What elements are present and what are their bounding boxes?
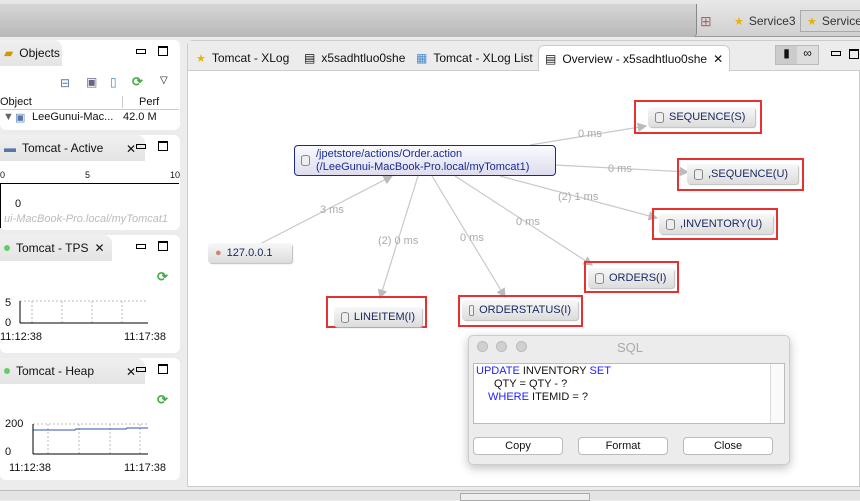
database-icon xyxy=(595,272,604,284)
edge-label: 0 ms xyxy=(578,128,602,140)
node-label: SEQUENCE(S) xyxy=(669,111,746,123)
node-label: ,SEQUENCE(U) xyxy=(708,168,789,180)
client-node[interactable]: ● 127.0.0.1 xyxy=(208,243,292,263)
database-icon xyxy=(666,218,675,230)
sql-text: QTY = QTY - ? xyxy=(494,378,568,390)
sql-dialog: SQL UPDATE INVENTORY SET QTY = QTY - ? W… xyxy=(468,335,790,465)
service-node[interactable]: /jpetstore/actions/Order.action (/LeeGunu… xyxy=(294,145,556,176)
scrollbar[interactable] xyxy=(770,364,784,423)
edge-label: 0 ms xyxy=(516,216,540,228)
edge-label: (2) 1 ms xyxy=(558,191,599,203)
node-host: (/LeeGunui-MacBook-Pro.local/myTomcat1) xyxy=(316,160,530,173)
close-button[interactable]: Close xyxy=(683,437,773,455)
db-node-sequence-s[interactable]: SEQUENCE(S) xyxy=(648,107,755,127)
sql-text-area[interactable]: UPDATE INVENTORY SET QTY = QTY - ? WHERE… xyxy=(473,363,785,424)
db-node-orders-i[interactable]: ORDERS(I) xyxy=(588,268,674,288)
database-icon xyxy=(469,304,475,316)
database-icon xyxy=(341,311,349,323)
format-button[interactable]: Format xyxy=(578,437,668,455)
node-label: 127.0.0.1 xyxy=(226,247,273,259)
node-label: ORDERS(I) xyxy=(609,272,667,284)
db-node-inventory-u[interactable]: ,INVENTORY(U) xyxy=(659,214,773,234)
edge-label: 0 ms xyxy=(608,163,632,175)
sql-keyword: SET xyxy=(589,365,611,377)
copy-button[interactable]: Copy xyxy=(473,437,563,455)
status-bar xyxy=(0,490,860,501)
sql-keyword: UPDATE xyxy=(476,365,520,377)
sql-keyword: WHERE xyxy=(488,391,529,403)
database-icon xyxy=(694,168,703,180)
sql-text: ITEMID = ? xyxy=(528,391,588,403)
dialog-title: SQL xyxy=(616,340,643,355)
db-node-lineitem-i[interactable]: LINEITEM(I) xyxy=(334,307,422,327)
db-node-sequence-u[interactable]: ,SEQUENCE(U) xyxy=(687,164,798,184)
database-icon xyxy=(655,111,664,123)
node-label: ,INVENTORY(U) xyxy=(680,218,763,230)
edge-label: 3 ms xyxy=(320,204,344,216)
edge-label: (2) 0 ms xyxy=(378,235,419,247)
db-node-orderstatus-i[interactable]: ORDERSTATUS(I) xyxy=(462,300,578,320)
node-label: ORDERSTATUS(I) xyxy=(479,304,571,316)
server-icon xyxy=(301,155,310,166)
edge-label: 0 ms xyxy=(460,232,484,244)
node-url: /jpetstore/actions/Order.action xyxy=(316,147,463,160)
sql-text: INVENTORY xyxy=(519,365,590,377)
node-label: LINEITEM(I) xyxy=(353,311,415,323)
user-icon: ● xyxy=(215,247,222,259)
